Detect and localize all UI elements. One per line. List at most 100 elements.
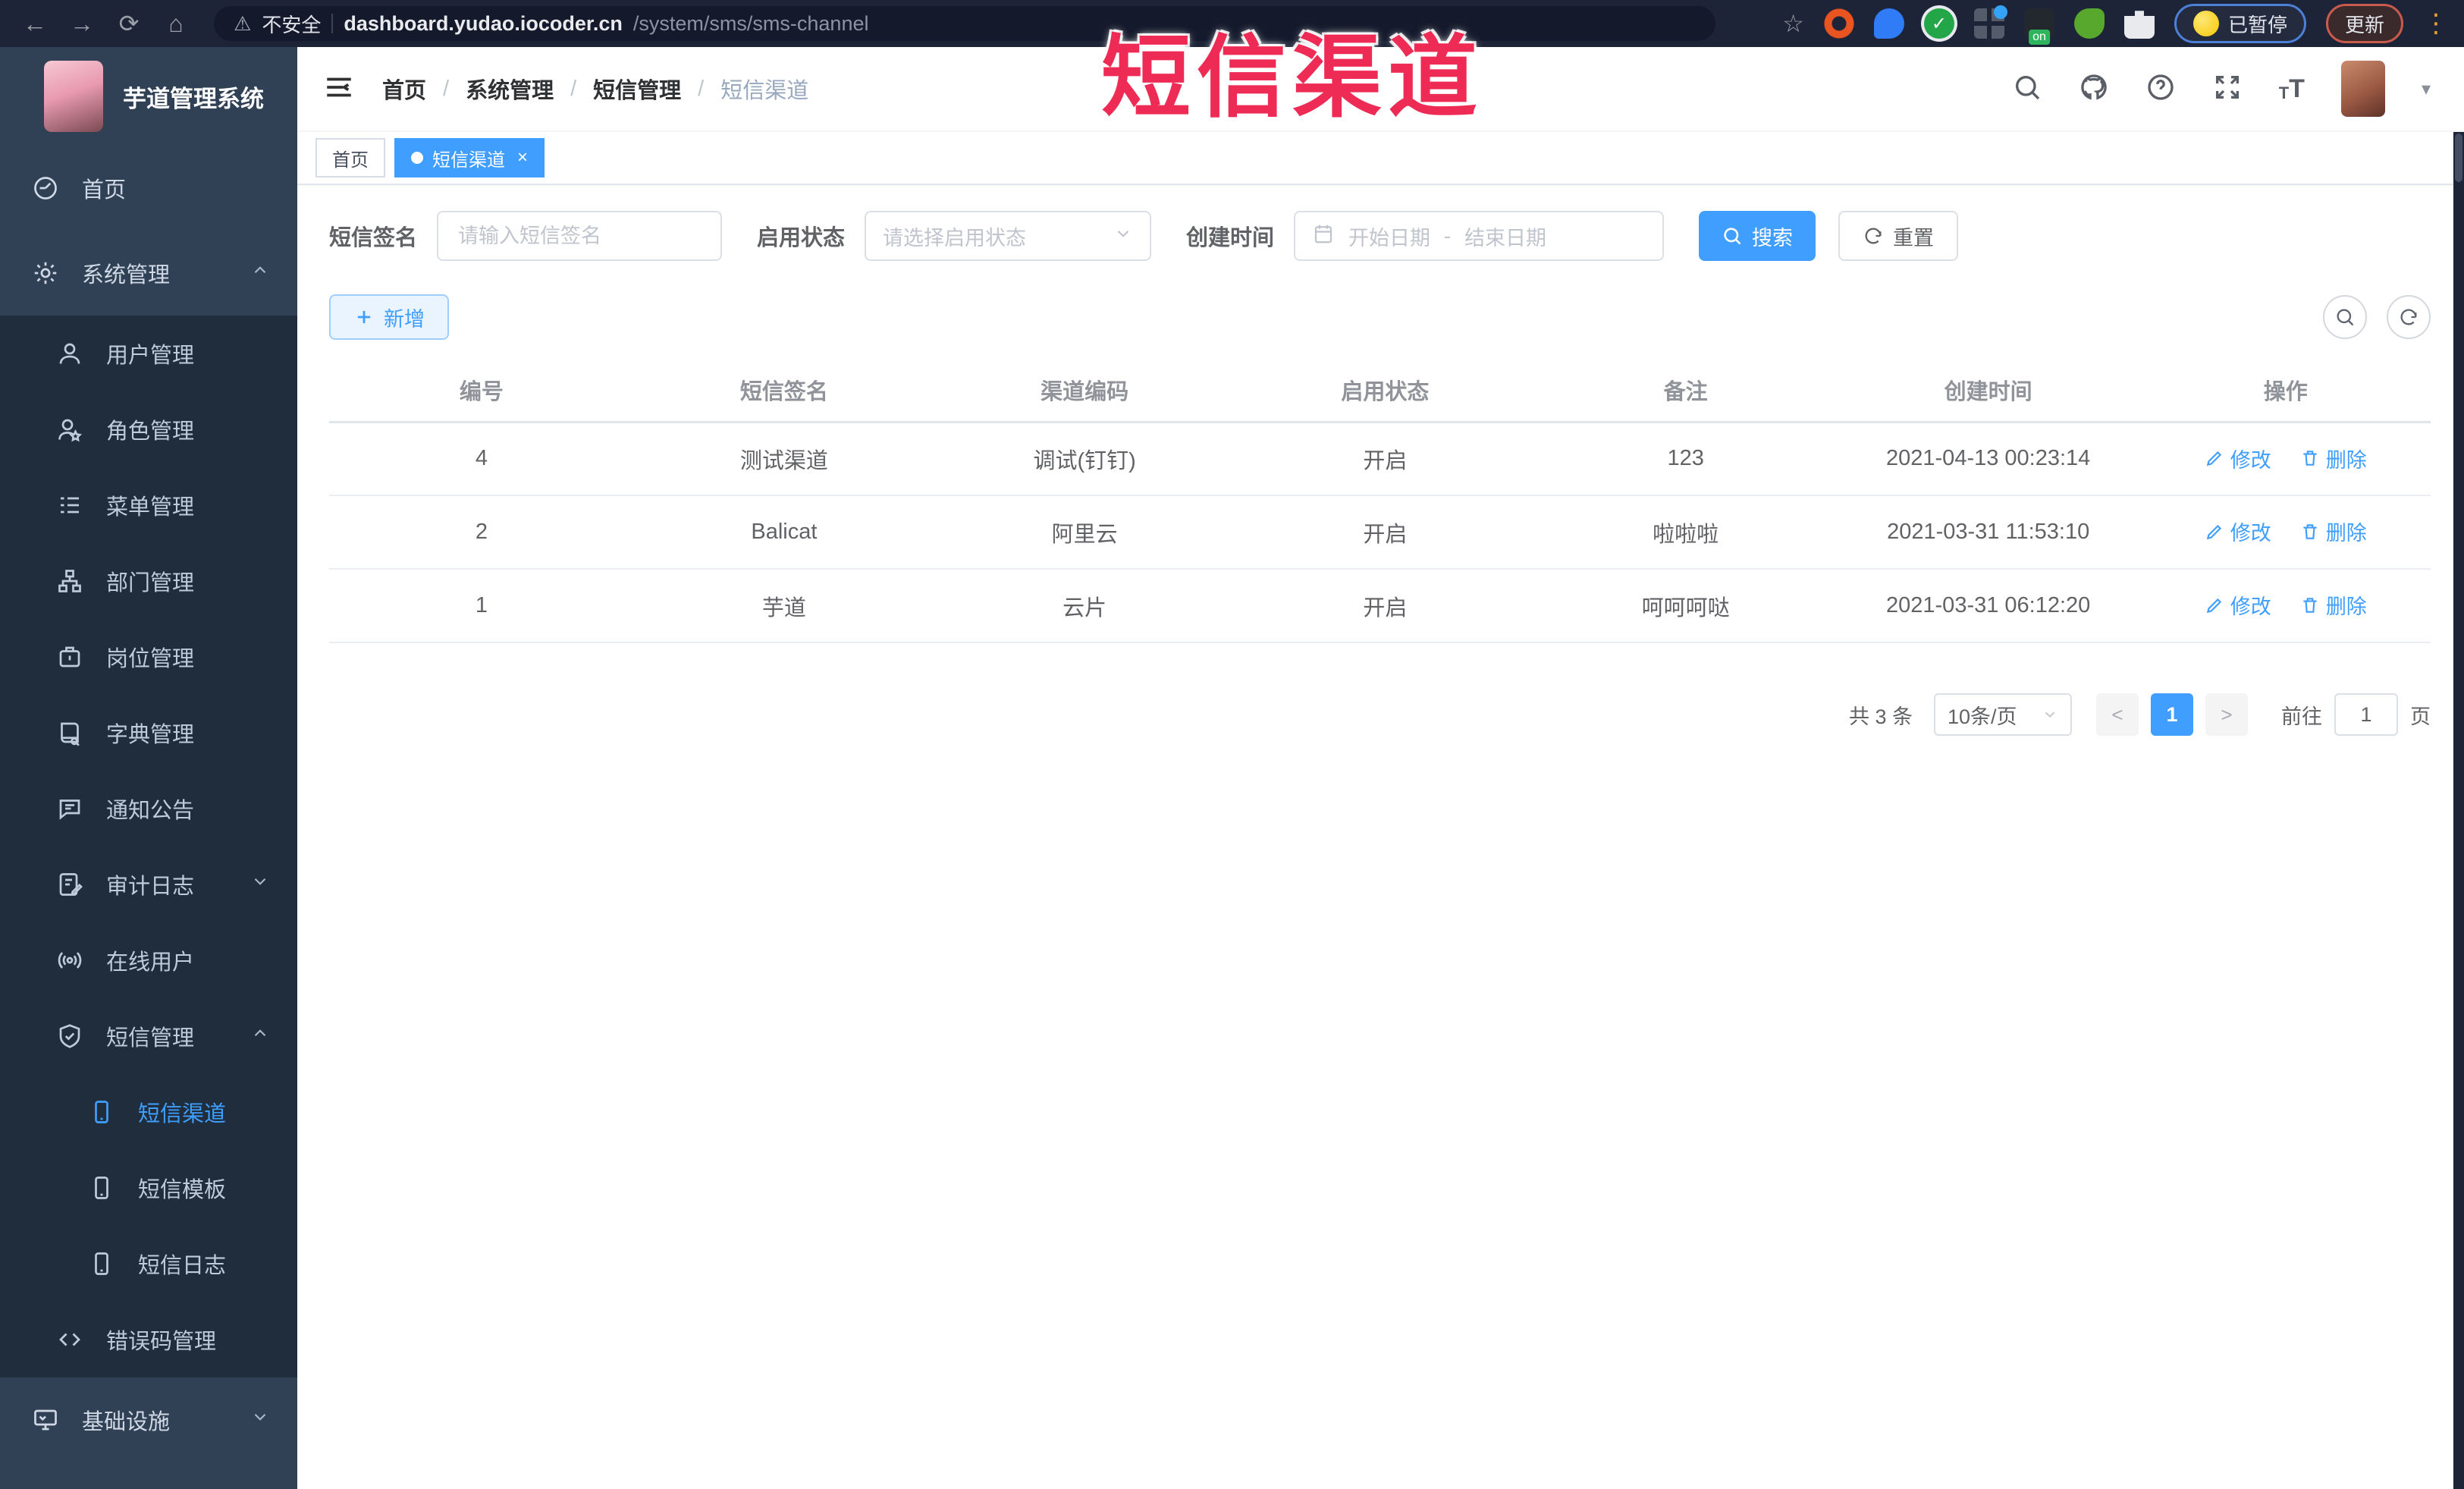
edit-link[interactable]: 修改 (2205, 590, 2271, 620)
edit-link[interactable]: 修改 (2205, 517, 2271, 546)
tab-sms-channel[interactable]: 短信渠道 × (394, 138, 545, 177)
sidebar-item-menu-management[interactable]: 菜单管理 (0, 467, 297, 543)
sidebar-item-audit-log[interactable]: 审计日志 (0, 847, 297, 922)
sidebar-item-sms-log[interactable]: 短信日志 (0, 1226, 297, 1302)
sidebar-item-online-users[interactable]: 在线用户 (0, 922, 297, 998)
sms-shield-icon (55, 1021, 85, 1051)
sidebar-item-infrastructure[interactable]: 基础设施 (0, 1377, 297, 1462)
update-browser-button[interactable]: 更新 (2325, 4, 2403, 43)
avatar-caret-icon[interactable]: ▾ (2422, 78, 2431, 100)
app-title: 芋道管理系统 (123, 85, 264, 112)
online-user-icon (55, 945, 85, 975)
sidebar-item-user-management[interactable]: 用户管理 (0, 316, 297, 391)
close-tab-icon[interactable]: × (517, 147, 528, 168)
fullscreen-icon[interactable] (2212, 72, 2243, 106)
url-host: dashboard.yudao.iocoder.cn (344, 11, 623, 35)
sms-channel-table: 编号 短信签名 渠道编码 启用状态 备注 创建时间 操作 4 测试渠道 调试(钉… (329, 360, 2431, 643)
col-code: 渠道编码 (934, 360, 1235, 423)
signature-input-wrap (437, 211, 723, 261)
sidebar-item-role-management[interactable]: 角色管理 (0, 391, 297, 467)
col-remark: 备注 (1535, 360, 1836, 423)
search-button[interactable]: 搜索 (1699, 211, 1816, 261)
reload-icon[interactable]: ⟳ (109, 4, 149, 43)
date-start-placeholder[interactable]: 开始日期 (1348, 221, 1430, 251)
sidebar-item-error-code[interactable]: 错误码管理 (0, 1302, 297, 1377)
sidebar-item-notice[interactable]: 通知公告 (0, 771, 297, 847)
extension-orange-icon[interactable] (1823, 8, 1854, 39)
gear-icon (30, 258, 61, 288)
delete-link[interactable]: 删除 (2300, 444, 2367, 473)
font-size-icon[interactable]: TT (2279, 76, 2305, 102)
sidebar-item-sms-channel[interactable]: 短信渠道 (0, 1074, 297, 1150)
user-avatar[interactable] (2340, 61, 2385, 117)
home-icon[interactable]: ⌂ (156, 4, 196, 43)
breadcrumb-home[interactable]: 首页 (382, 73, 426, 105)
extension-grid-icon[interactable] (1973, 5, 2007, 39)
col-created: 创建时间 (1835, 360, 2141, 423)
date-end-placeholder[interactable]: 结束日期 (1464, 221, 1546, 251)
edit-link[interactable]: 修改 (2205, 444, 2271, 473)
phone-icon (86, 1249, 117, 1279)
page-size-select[interactable]: 10条/页 (1934, 693, 2072, 736)
reset-button[interactable]: 重置 (1838, 211, 1959, 261)
address-bar[interactable]: ⚠ 不安全 dashboard.yudao.iocoder.cn /system… (214, 6, 1715, 41)
tags-view-bar: 首页 短信渠道 × (297, 132, 2464, 185)
forward-icon[interactable]: → (62, 4, 102, 43)
date-range-picker[interactable]: 开始日期 - 结束日期 (1294, 211, 1665, 261)
url-divider (331, 14, 334, 33)
sidebar-item-post-management[interactable]: 岗位管理 (0, 619, 297, 695)
table-row: 1 芋道 云片 开启 呵呵呵哒 2021-03-31 06:12:20 修改 删… (329, 569, 2431, 643)
next-page-button[interactable]: > (2205, 693, 2248, 736)
page-scrollbar[interactable] (2453, 132, 2464, 1489)
delete-link[interactable]: 删除 (2300, 590, 2367, 620)
total-count: 共 3 条 (1848, 705, 1913, 728)
table-header-row: 编号 短信签名 渠道编码 启用状态 备注 创建时间 操作 (329, 360, 2431, 423)
sidebar-item-dept-management[interactable]: 部门管理 (0, 543, 297, 619)
current-page-button[interactable]: 1 (2151, 693, 2193, 736)
sidebar-collapse-icon[interactable] (323, 71, 355, 107)
security-label: 不安全 (262, 13, 322, 36)
dict-icon (55, 718, 85, 748)
bookmark-star-icon[interactable]: ☆ (1782, 9, 1804, 38)
sidebar-logo-row[interactable]: 芋道管理系统 (0, 47, 297, 146)
col-id: 编号 (329, 360, 634, 423)
search-icon[interactable] (2012, 72, 2042, 106)
col-actions: 操作 (2140, 360, 2431, 423)
extensions-puzzle-icon[interactable] (2123, 11, 2155, 39)
browser-menu-icon[interactable]: ⋮ (2423, 11, 2449, 36)
app-frame: 芋道管理系统 首页 系统管理 用户管理 角色管理 菜单管理 部门管理 岗位管理 … (0, 47, 2464, 1489)
breadcrumb-system[interactable]: 系统管理 (466, 73, 554, 105)
sidebar-item-sms-template[interactable]: 短信模板 (0, 1150, 297, 1226)
goto-page: 前往 页 (2281, 693, 2431, 736)
status-select[interactable]: 请选择启用状态 (865, 211, 1152, 261)
github-icon[interactable] (2079, 72, 2109, 106)
audit-log-icon (55, 869, 85, 900)
refresh-table-icon[interactable] (2387, 295, 2431, 339)
extension-check-icon[interactable]: ✓ (1923, 8, 1954, 39)
delete-link[interactable]: 删除 (2300, 517, 2367, 546)
goto-page-input[interactable] (2334, 693, 2398, 736)
sidebar-item-dict-management[interactable]: 字典管理 (0, 695, 297, 771)
back-icon[interactable]: ← (15, 4, 55, 43)
tab-home[interactable]: 首页 (315, 138, 385, 177)
sidebar-item-system-management[interactable]: 系统管理 (0, 231, 297, 316)
chevron-down-icon (250, 1407, 270, 1433)
breadcrumb-sms[interactable]: 短信管理 (593, 73, 681, 105)
extension-pin-icon[interactable] (1873, 8, 1904, 39)
extension-on-badge-icon[interactable] (2023, 8, 2054, 39)
not-secure-warning-icon: ⚠ (234, 11, 252, 35)
prev-page-button[interactable]: < (2096, 693, 2139, 736)
sidebar-item-sms-management[interactable]: 短信管理 (0, 998, 297, 1074)
signature-input[interactable] (458, 224, 702, 248)
extension-leaf-icon[interactable] (2073, 8, 2105, 39)
pagination: 共 3 条 10条/页 < 1 > 前往 页 (329, 693, 2431, 736)
scrollbar-thumb[interactable] (2455, 134, 2462, 182)
paused-extension-pill[interactable]: 已暂停 (2174, 4, 2306, 43)
toggle-search-icon[interactable] (2323, 295, 2367, 339)
main-area: 首页 / 系统管理 / 短信管理 / 短信渠道 TT ▾ 首页 短信渠道 × 短… (297, 47, 2464, 1489)
add-button[interactable]: 新增 (329, 294, 449, 340)
sidebar-item-home[interactable]: 首页 (0, 146, 297, 231)
chevron-down-icon (250, 872, 270, 897)
help-icon[interactable] (2145, 72, 2176, 106)
user-icon (55, 338, 85, 369)
